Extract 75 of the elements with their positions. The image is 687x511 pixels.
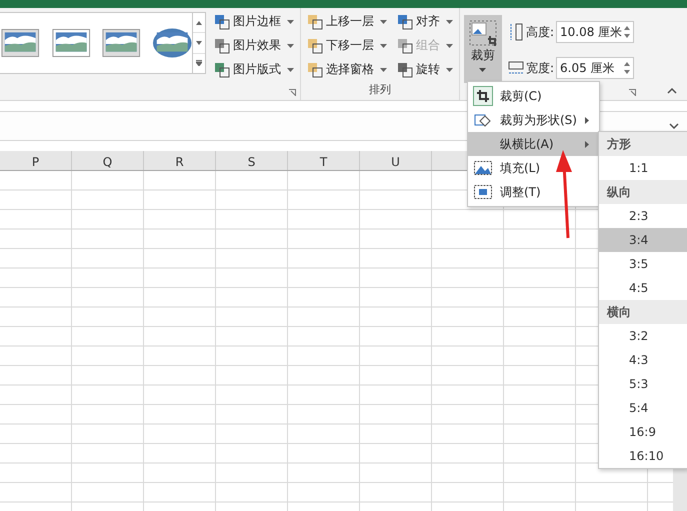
crop-button[interactable]: 裁剪: [464, 15, 502, 83]
column-header[interactable]: P: [0, 151, 72, 170]
crop-icon: [473, 86, 493, 106]
scroll-up-icon[interactable]: [196, 20, 202, 25]
caret-icon: [287, 68, 294, 72]
dialog-launcher-icon[interactable]: [629, 89, 636, 96]
border-icon: [214, 14, 230, 30]
caret-icon: [446, 44, 453, 48]
column-header[interactable]: U: [360, 151, 432, 170]
submenu-arrow-icon: [585, 116, 589, 124]
caret-icon: [287, 44, 294, 48]
group-icon: [397, 38, 413, 54]
crop-icon: [468, 19, 498, 47]
menu-item[interactable]: 填充(L): [468, 156, 599, 180]
ribbon-command[interactable]: 上移一层: [307, 11, 387, 32]
pane-icon: [307, 62, 323, 78]
forward-icon: [307, 14, 323, 30]
ribbon-command[interactable]: 图片边框: [214, 11, 294, 32]
effect-icon: [214, 38, 230, 54]
menu-item[interactable]: 16:10: [599, 444, 687, 468]
caret-icon: [380, 68, 387, 72]
menu-section-header: 纵向: [599, 180, 687, 204]
spinner-icon[interactable]: [624, 61, 630, 75]
menu-item[interactable]: 裁剪(C): [468, 84, 599, 108]
size-label: 高度:: [526, 24, 554, 40]
menu-item[interactable]: 纵横比(A): [468, 132, 599, 156]
column-header[interactable]: R: [144, 151, 216, 170]
layout-icon: [214, 62, 230, 78]
ribbon-command[interactable]: 旋转: [397, 59, 453, 80]
caret-icon: [380, 44, 387, 48]
column-header[interactable]: Q: [72, 151, 144, 170]
size-field[interactable]: 6.05 厘米: [556, 57, 634, 79]
dialog-launcher-icon[interactable]: [289, 89, 296, 96]
menu-item[interactable]: 3:5: [599, 252, 687, 276]
column-header[interactable]: T: [288, 151, 360, 170]
menu-item[interactable]: 5:3: [599, 372, 687, 396]
shape-crop-icon: [474, 112, 492, 128]
submenu-arrow-icon: [585, 140, 589, 148]
menu-item[interactable]: 1:1: [599, 156, 687, 180]
menu-item[interactable]: 裁剪为形状(S): [468, 108, 599, 132]
menu-item[interactable]: 2:3: [599, 204, 687, 228]
backward-icon: [307, 38, 323, 54]
caret-icon: [446, 68, 453, 72]
align-icon: [397, 14, 413, 30]
collapse-ribbon-icon[interactable]: [667, 88, 677, 94]
expand-icon[interactable]: [669, 123, 679, 129]
caret-icon: [287, 20, 294, 24]
menu-item[interactable]: 3:2: [599, 324, 687, 348]
rotate-icon: [397, 62, 413, 78]
ribbon-command[interactable]: 图片效果: [214, 35, 294, 56]
caret-icon: [380, 20, 387, 24]
menu-item[interactable]: 4:3: [599, 348, 687, 372]
column-header[interactable]: S: [216, 151, 288, 170]
menu-item[interactable]: 3:4: [599, 228, 687, 252]
size-label: 宽度:: [526, 60, 554, 76]
size-field[interactable]: 10.08 厘米: [556, 21, 634, 43]
menu-section-header: 横向: [599, 300, 687, 324]
image-icon: [474, 185, 492, 199]
ribbon-command[interactable]: 下移一层: [307, 35, 387, 56]
caret-icon: [446, 20, 453, 24]
ribbon-command[interactable]: 选择窗格: [307, 59, 387, 80]
menu-item[interactable]: 调整(T): [468, 180, 599, 204]
menu-item[interactable]: 5:4: [599, 396, 687, 420]
caret-icon: [479, 68, 486, 72]
ribbon-command[interactable]: 对齐: [397, 11, 453, 32]
spinner-icon[interactable]: [624, 25, 630, 39]
height-icon: [508, 22, 524, 42]
image-icon: [474, 161, 492, 175]
scroll-down-icon[interactable]: [196, 40, 202, 45]
menu-item[interactable]: 4:5: [599, 276, 687, 300]
menu-item[interactable]: 16:9: [599, 420, 687, 444]
ribbon-command[interactable]: 图片版式: [214, 59, 294, 80]
more-icon[interactable]: [196, 60, 202, 66]
group-label: 排列: [368, 82, 392, 97]
menu-section-header: 方形: [599, 132, 687, 156]
